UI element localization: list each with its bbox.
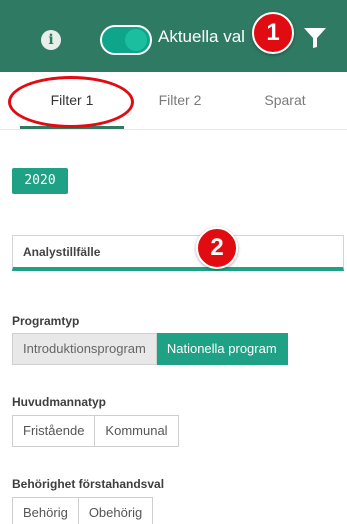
programtyp-filter: Introduktionsprogram Nationella program [12, 333, 288, 365]
filter-icon[interactable] [303, 27, 327, 49]
option-fristaende[interactable]: Fristående [12, 415, 96, 447]
tab-filter-2[interactable]: Filter 2 [140, 72, 220, 130]
option-behorig[interactable]: Behörig [12, 497, 79, 524]
annotation-highlight-ellipse [8, 76, 134, 128]
option-kommunal[interactable]: Kommunal [95, 415, 179, 447]
option-nationella-program[interactable]: Nationella program [156, 333, 288, 365]
toggle-knob [125, 29, 147, 51]
analysis-occasion-dropdown[interactable]: Analystillfälle [12, 235, 344, 271]
huvudmannatyp-filter: Fristående Kommunal [12, 415, 179, 447]
year-selection-chip[interactable]: 2020 [12, 168, 68, 194]
annotation-badge-2: 2 [196, 227, 238, 269]
info-icon[interactable]: i [41, 30, 61, 50]
analysis-occasion-label: Analystillfälle [23, 245, 101, 259]
behorighet-filter: Behörig Obehörig [12, 497, 154, 524]
huvudmannatyp-title: Huvudmannatyp [12, 395, 107, 409]
tab-saved[interactable]: Sparat [245, 72, 325, 130]
annotation-badge-1: 1 [252, 12, 294, 54]
current-selections-toggle[interactable] [100, 25, 152, 55]
programtyp-title: Programtyp [12, 314, 80, 328]
behorighet-title: Behörighet förstahandsval [12, 477, 165, 491]
top-toolbar: i Aktuella val 1 [0, 0, 347, 72]
option-obehorig[interactable]: Obehörig [78, 497, 154, 524]
option-introduktionsprogram[interactable]: Introduktionsprogram [12, 333, 157, 365]
